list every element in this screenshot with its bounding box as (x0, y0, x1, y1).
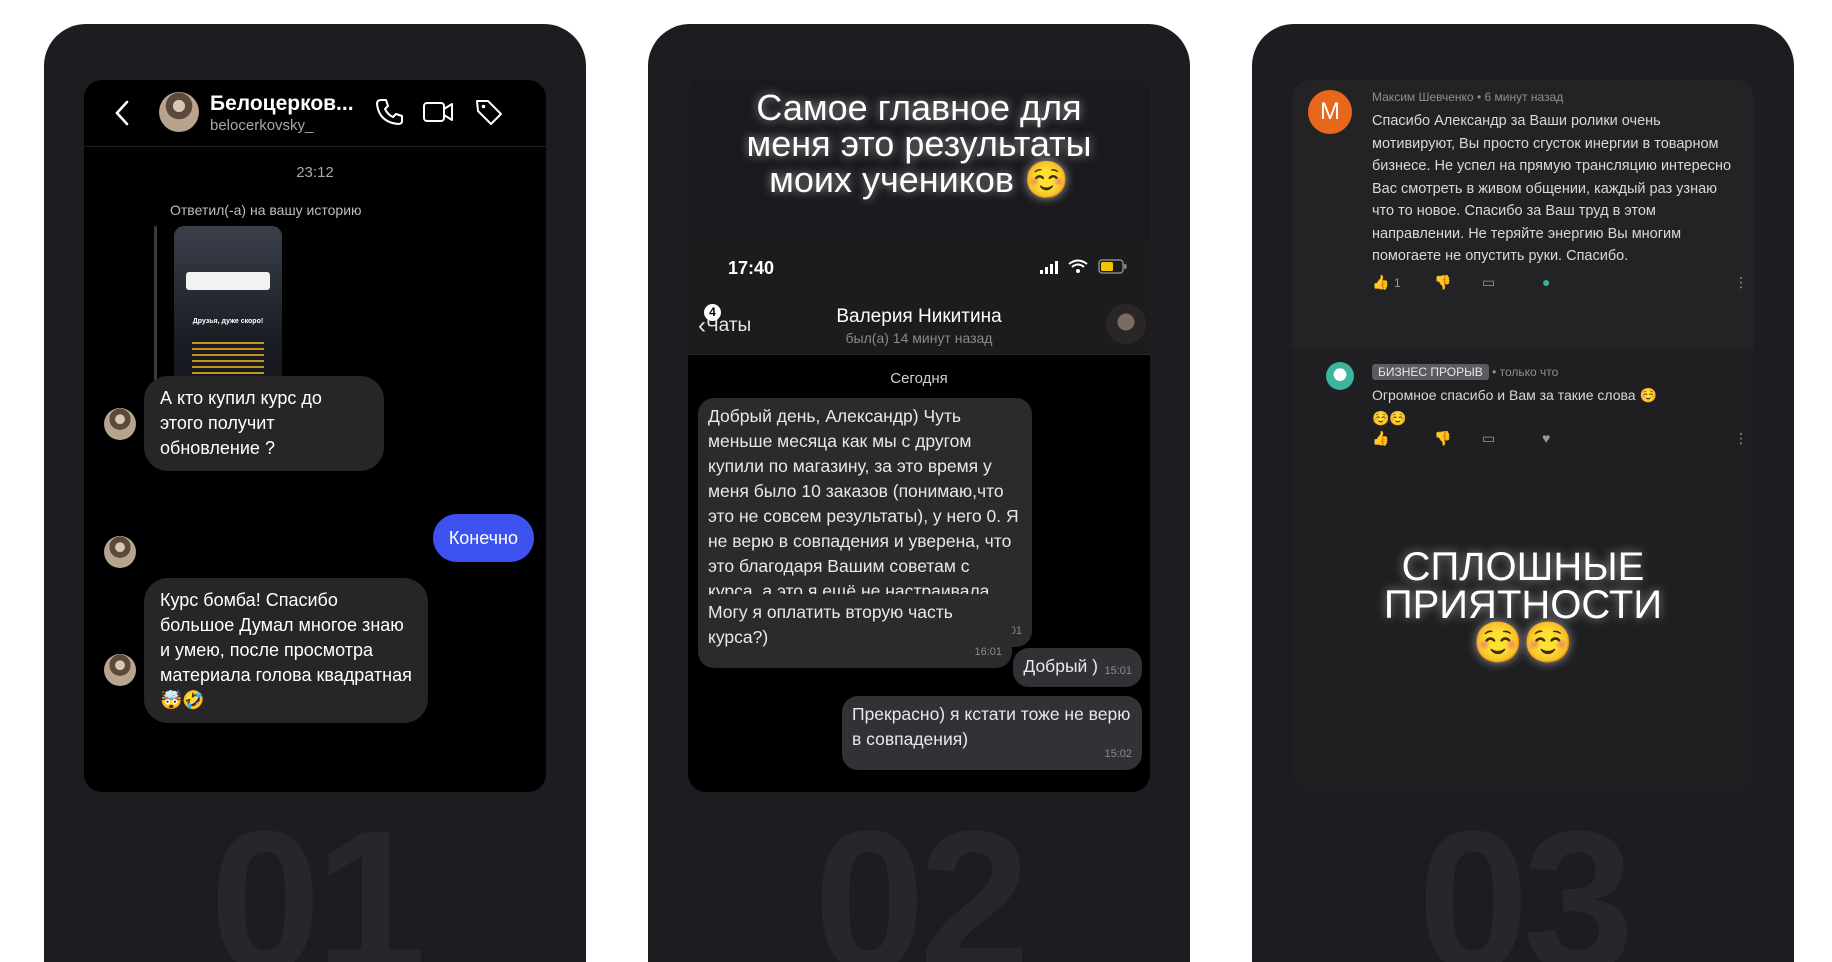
card-number: 01 (209, 790, 426, 962)
reply-meta: БИЗНЕС ПРОРЫВ • только что (1372, 364, 1558, 380)
contact-name[interactable]: Белоцерков... (210, 92, 354, 116)
comment-primary: М Максим Шевченко • 6 минут назад Спасиб… (1292, 80, 1754, 348)
phone-icon[interactable] (374, 97, 404, 127)
comment-time: 6 минут назад (1484, 90, 1564, 104)
message-text: Конечно (448, 528, 518, 548)
message-time: 15:01 (1104, 665, 1132, 677)
day-separator: Сегодня (890, 370, 948, 387)
message-text: Курс бомба! Спасибо большое Думал многое… (160, 590, 412, 710)
message-text: Добрый день, Александр) Чуть меньше меся… (708, 406, 1019, 626)
contact-avatar-small (104, 536, 136, 568)
creator-heart-icon: ● (1542, 274, 1551, 290)
message-bubble-outgoing: Конечно (432, 514, 534, 562)
contact-handle: belocerkovsky_ (210, 117, 314, 134)
reply-actions: 👍 👎 ▭ ♥ ⋮ (1372, 430, 1748, 450)
message-time: 15:02 (1104, 748, 1132, 760)
contact-avatar-small (104, 654, 136, 686)
last-seen-status: был(а) 14 минут назад (845, 330, 993, 346)
wifi-icon (1068, 259, 1088, 273)
contact-avatar[interactable] (1106, 304, 1146, 344)
commenter-avatar[interactable]: М (1308, 90, 1352, 134)
channel-avatar[interactable] (1326, 362, 1354, 390)
contact-avatar-small (104, 408, 136, 440)
message-text: А кто купил курс до этого получит обновл… (160, 388, 322, 458)
message-bubble-outgoing: Добрый ) 15:01 (1013, 648, 1142, 687)
story-heading: Друзья, дуже скоро! (192, 318, 264, 325)
status-clock: 17:40 (728, 258, 775, 278)
like-count: 1 (1394, 276, 1401, 290)
more-options-icon[interactable]: ⋮ (1734, 274, 1748, 291)
reply-icon[interactable]: ▭ (1482, 430, 1495, 447)
comment-text: Спасибо Александр за Ваши ролики очень м… (1372, 113, 1732, 264)
contact-avatar[interactable] (159, 92, 199, 132)
more-options-icon[interactable]: ⋮ (1734, 430, 1748, 447)
card-telegram-review: 02 Самое главное для меня это результаты… (648, 24, 1190, 962)
meta-separator: • (1492, 365, 1500, 379)
message-bubble-incoming: Могу я оплатить вторую часть курса?) 16:… (698, 594, 1012, 668)
comment-actions: 👍 1 👎 ▭ ● ⋮ (1372, 274, 1748, 294)
chat-header: ‹Чаты 4 Валерия Никитина был(а) 14 минут… (688, 296, 1150, 355)
channel-badge[interactable]: БИЗНЕС ПРОРЫВ (1372, 364, 1489, 380)
comment-author[interactable]: Максим Шевченко (1372, 90, 1474, 104)
story-question-sticker (186, 272, 270, 290)
comment-meta: Максим Шевченко • 6 минут назад (1372, 90, 1563, 104)
message-bubble-incoming: Курс бомба! Спасибо большое Думал многое… (144, 578, 428, 723)
card-instagram-review: 01 Белоцерков... belocerkovsky_ 23:12 От… (44, 24, 586, 962)
phone-status-bar: 17:40 (688, 240, 1150, 296)
like-icon[interactable]: 👍 (1372, 430, 1389, 447)
story-title: Самое главное для меня это результаты мо… (688, 80, 1150, 240)
back-arrow-icon[interactable] (114, 100, 130, 126)
message-bubble-outgoing: Прекрасно) я кстати тоже не верю в совпа… (842, 696, 1142, 770)
reply-text: Огромное спасибо и Вам за такие слова ☺️… (1372, 387, 1657, 426)
card-number: 02 (813, 790, 1030, 962)
comment-time: только что (1499, 365, 1559, 379)
contact-name[interactable]: Валерия Никитина (688, 306, 1150, 328)
video-call-icon[interactable] (422, 97, 454, 127)
caption-text: СПЛОШНЫЕ ПРИЯТНОСТИ ☺️☺️ (1383, 545, 1663, 665)
heart-icon[interactable]: ♥ (1542, 430, 1550, 446)
message-text: Добрый ) (1023, 656, 1098, 676)
story-reply-label: Ответил(-а) на вашу историю (170, 202, 362, 218)
reply-icon[interactable]: ▭ (1482, 274, 1495, 291)
telegram-chat-screenshot: Самое главное для меня это результаты мо… (688, 80, 1150, 792)
message-text: Могу я оплатить вторую часть курса?) (708, 602, 953, 647)
message-timestamp: 23:12 (296, 164, 334, 181)
message-time: 16:01 (974, 646, 1002, 658)
story-title-text: Самое главное для меня это результаты мо… (746, 87, 1092, 200)
caption-overlay: СПЛОШНЫЕ ПРИЯТНОСТИ ☺️☺️ (1292, 545, 1754, 665)
card-youtube-review: 03 М Максим Шевченко • 6 минут назад Спа… (1252, 24, 1794, 962)
battery-icon (1098, 259, 1127, 274)
dislike-icon[interactable]: 👎 (1434, 274, 1451, 291)
signal-icon (1040, 261, 1058, 274)
meta-separator: • (1476, 90, 1485, 104)
instagram-dm-screenshot: Белоцерков... belocerkovsky_ 23:12 Ответ… (84, 80, 546, 792)
youtube-comments-screenshot: М Максим Шевченко • 6 минут назад Спасиб… (1292, 80, 1754, 792)
card-number: 03 (1417, 790, 1634, 962)
message-bubble-incoming: А кто купил курс до этого получит обновл… (144, 376, 384, 471)
dislike-icon[interactable]: 👎 (1434, 430, 1451, 447)
chat-header: Белоцерков... belocerkovsky_ (84, 80, 546, 147)
story-text-lines (192, 342, 264, 376)
like-icon[interactable]: 👍 (1372, 274, 1389, 291)
tag-icon[interactable] (474, 97, 504, 127)
message-text: Прекрасно) я кстати тоже не верю в совпа… (852, 704, 1131, 749)
